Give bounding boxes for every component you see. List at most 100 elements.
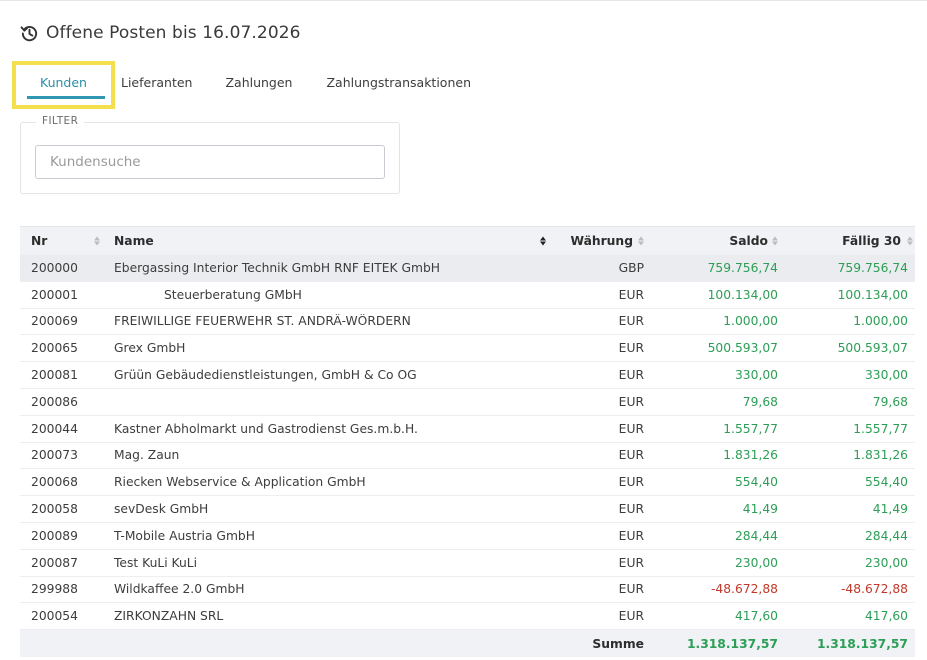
cell-name: Test KuLi KuLi — [114, 555, 198, 570]
cell-saldo: 417,60 — [734, 609, 778, 624]
column-header-nr[interactable]: Nr — [20, 234, 104, 248]
table-row[interactable]: 200081 Grüün Gebäudedienstleistungen, Gm… — [20, 362, 915, 389]
column-header-name[interactable]: Name — [104, 234, 550, 248]
table-row[interactable]: 299988 Wildkaffee 2.0 GmbH EUR -48.672,8… — [20, 577, 915, 604]
cell-saldo: 759.756,74 — [707, 260, 778, 275]
cell-currency: EUR — [618, 394, 644, 409]
cell-saldo: 1.000,00 — [723, 314, 778, 329]
column-header-saldo[interactable]: Saldo — [647, 234, 782, 248]
cell-nr: 200073 — [31, 448, 78, 463]
cell-nr: 299988 — [31, 582, 78, 597]
table-row[interactable]: 200044 Kastner Abholmarkt und Gastrodien… — [20, 416, 915, 443]
cell-currency: EUR — [618, 421, 644, 436]
cell-due: 554,40 — [864, 475, 908, 490]
column-header-due[interactable]: Fällig 30 — [782, 234, 915, 248]
table-row[interactable]: 200086 EUR 79,68 79,68 — [20, 389, 915, 416]
cell-saldo: 79,68 — [742, 394, 778, 409]
tab-active-indicator — [27, 96, 105, 99]
cell-name: Steuerberatung GMbH — [164, 287, 302, 302]
cell-name: Riecken Webservice & Application GmbH — [114, 475, 366, 490]
cell-currency: EUR — [618, 475, 644, 490]
tab-zahlungstransaktionen[interactable]: Zahlungstransaktionen — [326, 61, 471, 90]
cell-saldo: 100.134,00 — [707, 287, 778, 302]
table-row[interactable]: 200068 Riecken Webservice & Application … — [20, 469, 915, 497]
column-header-currency-label: Währung — [570, 234, 633, 248]
cell-currency: EUR — [618, 368, 644, 383]
cell-due: 330,00 — [864, 368, 908, 383]
table-row[interactable]: 200001 Steuerberatung GMbH EUR 100.134,0… — [20, 282, 915, 309]
cell-nr: 200081 — [31, 368, 78, 383]
table-footer: Summe 1.318.137,57 1.318.137,57 — [20, 630, 915, 658]
cell-currency: GBP — [618, 260, 644, 275]
cell-nr: 200087 — [31, 555, 78, 570]
cell-name: FREIWILLIGE FEUERWEHR ST. ANDRÄ-WÖRDERN — [114, 314, 411, 329]
cell-due: 100.134,00 — [837, 287, 908, 302]
cell-due: 79,68 — [872, 394, 908, 409]
sort-icon — [94, 236, 100, 246]
cell-nr: 200054 — [31, 609, 78, 624]
cell-saldo: 284,44 — [734, 528, 778, 543]
cell-due: 500.593,07 — [837, 341, 908, 356]
cell-currency: EUR — [618, 502, 644, 517]
tab-kunden-label: Kunden — [40, 75, 87, 90]
cell-saldo: 554,40 — [734, 475, 778, 490]
table-row[interactable]: 200058 sevDesk GmbH EUR 41,49 41,49 — [20, 496, 915, 523]
cell-currency: EUR — [618, 582, 644, 597]
cell-currency: EUR — [618, 528, 644, 543]
cell-due: 1.557,77 — [853, 421, 908, 436]
cell-saldo: 500.593,07 — [707, 341, 778, 356]
cell-nr: 200065 — [31, 341, 78, 356]
cell-name: sevDesk GmbH — [114, 502, 209, 517]
tab-kunden[interactable]: Kunden — [12, 61, 115, 109]
page-header: Offene Posten bis 16.07.2026 — [20, 21, 301, 45]
cell-nr: 200089 — [31, 528, 78, 543]
cell-due: 230,00 — [864, 555, 908, 570]
cell-name: Grex GmbH — [114, 341, 186, 356]
open-items-panel: Offene Posten bis 16.07.2026 Kunden Lief… — [0, 0, 927, 660]
footer-sum-saldo: 1.318.137,57 — [686, 636, 778, 651]
cell-saldo: 330,00 — [734, 368, 778, 383]
cell-name: Kastner Abholmarkt und Gastrodienst Ges.… — [114, 421, 418, 436]
cell-name: Mag. Zaun — [114, 448, 180, 463]
cell-name: ZIRKONZAHN SRL — [114, 609, 224, 624]
table-row[interactable]: 200073 Mag. Zaun EUR 1.831,26 1.831,26 — [20, 443, 915, 470]
cell-saldo: 1.557,77 — [723, 421, 778, 436]
cell-due: 41,49 — [872, 502, 908, 517]
cell-currency: EUR — [618, 609, 644, 624]
cell-currency: EUR — [618, 341, 644, 356]
column-header-name-label: Name — [114, 234, 154, 248]
table-row[interactable]: 200089 T-Mobile Austria GmbH EUR 284,44 … — [20, 523, 915, 550]
cell-due: 1.831,26 — [853, 448, 908, 463]
table-row[interactable]: 200069 FREIWILLIGE FEUERWEHR ST. ANDRÄ-W… — [20, 309, 915, 336]
open-items-table: Nr Name Währung Saldo Fällig 30 200000 E… — [20, 226, 915, 658]
cell-saldo: -48.672,88 — [710, 582, 778, 597]
cell-nr: 200001 — [31, 287, 78, 302]
cell-due: 284,44 — [864, 528, 908, 543]
table-row[interactable]: 200054 ZIRKONZAHN SRL EUR 417,60 417,60 — [20, 603, 915, 631]
column-header-nr-label: Nr — [31, 234, 48, 248]
cell-nr: 200000 — [31, 260, 78, 275]
history-icon — [20, 23, 40, 43]
cell-currency: EUR — [618, 287, 644, 302]
cell-nr: 200069 — [31, 314, 78, 329]
cell-due: 417,60 — [864, 609, 908, 624]
sort-icon — [638, 236, 644, 246]
table-row[interactable]: 200065 Grex GmbH EUR 500.593,07 500.593,… — [20, 335, 915, 363]
cell-due: 1.000,00 — [853, 314, 908, 329]
cell-name: T-Mobile Austria GmbH — [114, 528, 255, 543]
cell-due: -48.672,88 — [840, 582, 908, 597]
tab-lieferanten[interactable]: Lieferanten — [121, 61, 192, 90]
customer-search-input[interactable] — [35, 145, 385, 179]
column-header-currency[interactable]: Währung — [550, 234, 647, 248]
page-title: Offene Posten bis 16.07.2026 — [46, 23, 301, 43]
cell-currency: EUR — [618, 555, 644, 570]
tab-zahlungen[interactable]: Zahlungen — [225, 61, 292, 90]
table-row[interactable]: 200087 Test KuLi KuLi EUR 230,00 230,00 — [20, 550, 915, 577]
cell-nr: 200044 — [31, 421, 78, 436]
footer-sum-due: 1.318.137,57 — [816, 636, 908, 651]
cell-currency: EUR — [618, 314, 644, 329]
sort-icon — [772, 236, 778, 246]
table-row[interactable]: 200000 Ebergassing Interior Technik GmbH… — [20, 255, 915, 282]
cell-name: Grüün Gebäudedienstleistungen, GmbH & Co… — [114, 368, 417, 383]
cell-nr: 200068 — [31, 475, 78, 490]
